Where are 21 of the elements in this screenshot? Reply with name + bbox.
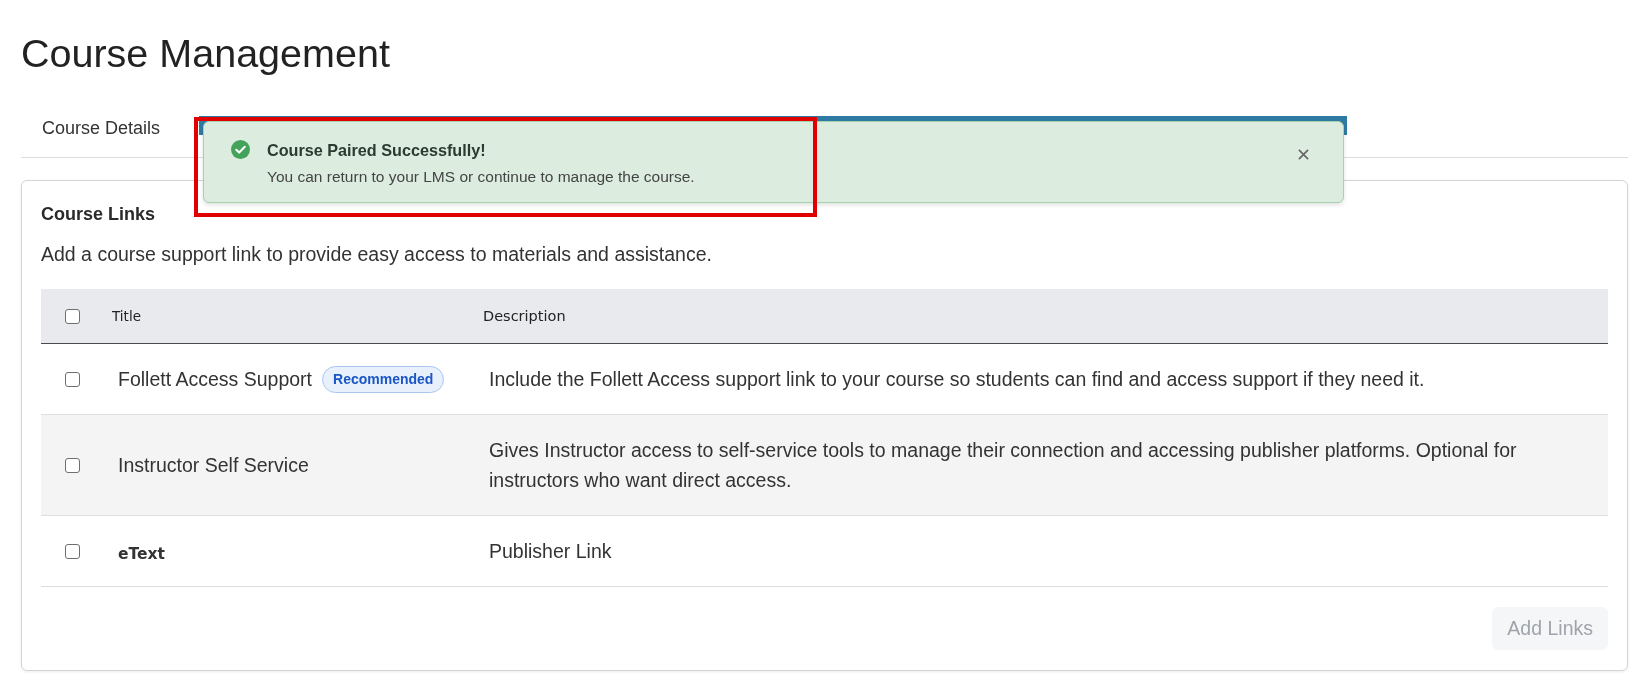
link-title: eText xyxy=(118,544,165,565)
toast-message: You can return to your LMS or continue to manage the course. xyxy=(267,167,695,187)
column-header: Title xyxy=(112,308,141,324)
row-checkbox[interactable] xyxy=(64,543,80,559)
select-all-checkbox[interactable] xyxy=(64,308,80,324)
section-description: Add a course support link to provide easy access to materials and assistance. xyxy=(41,242,712,266)
section-heading: Course Links xyxy=(41,204,156,224)
page-title: Course Management xyxy=(21,30,390,77)
toast-title: Course Paired Successfully! xyxy=(267,140,486,161)
link-title: Instructor Self Service xyxy=(118,453,309,478)
link-title: Follett Access Support xyxy=(118,367,312,392)
recommended-badge: Recommended xyxy=(322,365,445,393)
row-checkbox[interactable] xyxy=(64,371,80,387)
row-checkbox[interactable] xyxy=(64,457,80,473)
close-icon xyxy=(1297,148,1309,160)
link-description: Include the Follett Access support link to your course so students can find and access support if they need it. xyxy=(489,368,1425,390)
link-description: Gives Instructor access to self-service tools to manage their connection and accessing publisher platforms. Optional for instructors who want direct access. xyxy=(489,439,1517,491)
link-description: Publisher Link xyxy=(489,540,612,562)
success-check-icon xyxy=(231,140,250,159)
column-header: Description xyxy=(483,308,566,324)
tab[interactable]: Course Details xyxy=(21,100,182,157)
